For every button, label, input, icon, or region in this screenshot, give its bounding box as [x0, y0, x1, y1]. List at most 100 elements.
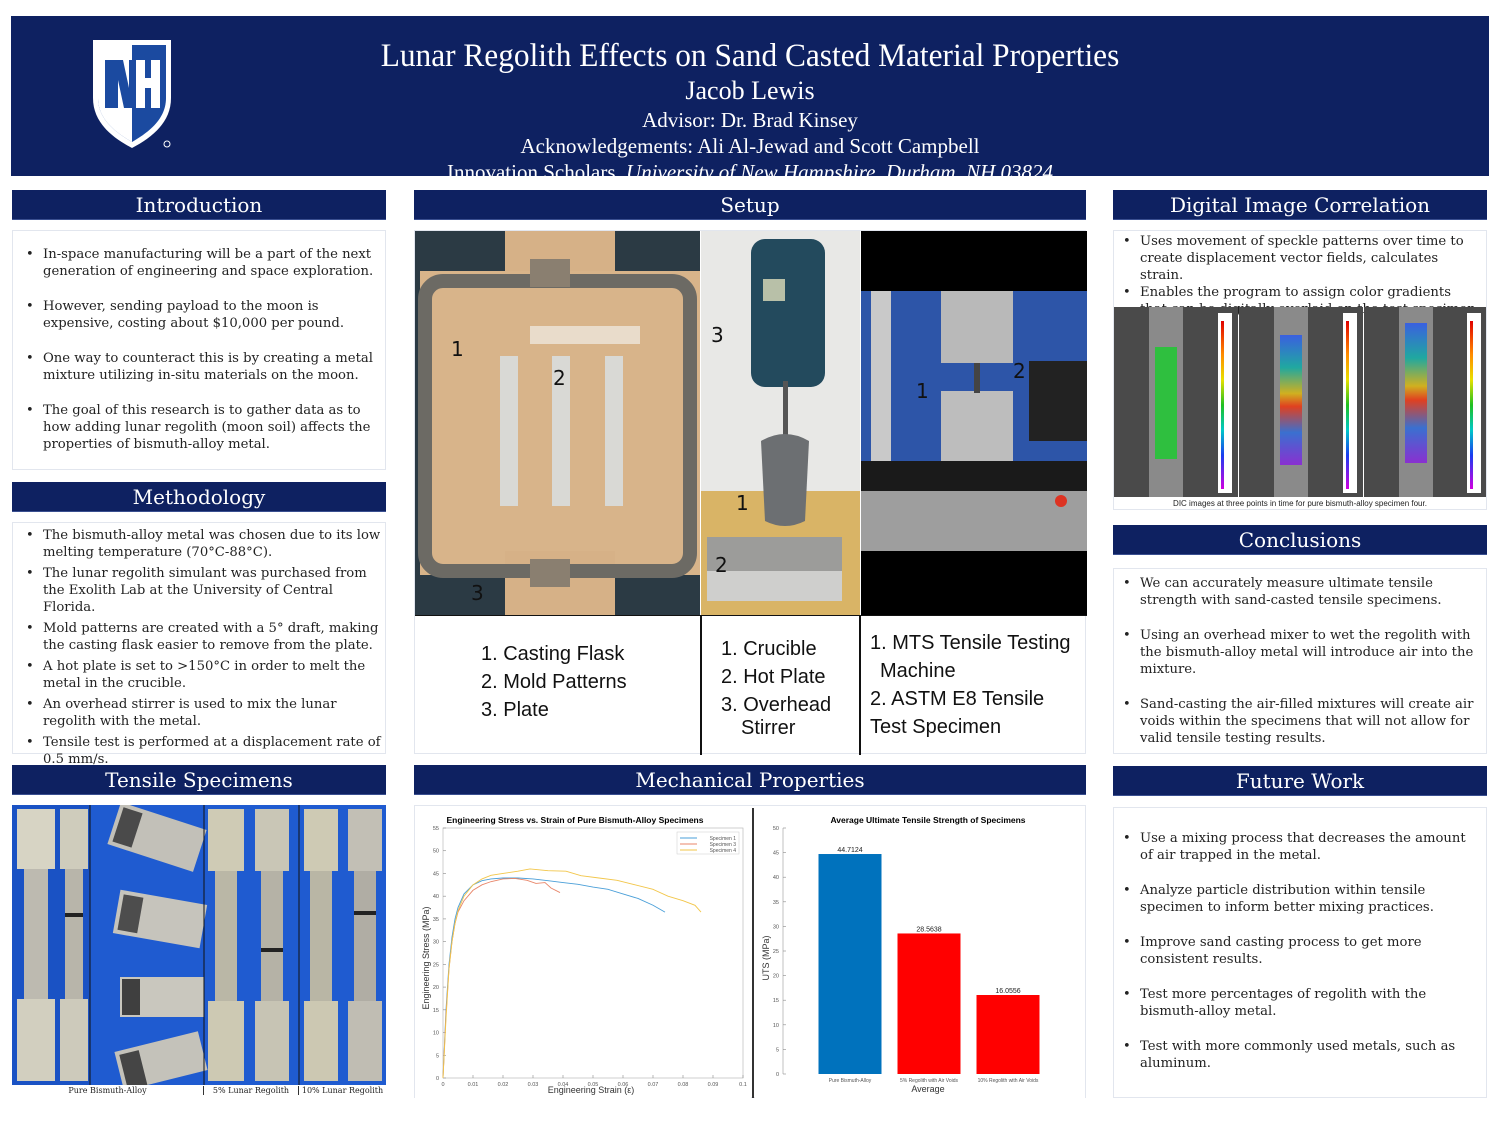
future-work-list: Use a mixing process that decreases the …: [1118, 830, 1482, 1072]
uts-category-label: Pure Bismuth-Alloy: [829, 1078, 872, 1084]
caption-10pct-regolith: 10% Lunar Regolith: [301, 1086, 384, 1095]
mts-marker-2: 2: [1013, 359, 1026, 383]
stress-strain-chart: Engineering Stress vs. Strain of Pure Bi…: [415, 808, 751, 1098]
uts-category-label: 10% Regolith with Air Voids: [978, 1078, 1039, 1084]
uts-bar-chart-svg: Average Ultimate Tensile Strength of Spe…: [761, 815, 1040, 1094]
dic-images: [1114, 307, 1486, 497]
y-tick-label: 5: [436, 1053, 439, 1059]
y-tick-label: 5: [776, 1047, 779, 1053]
flask-marker-3: 3: [471, 581, 484, 605]
mechanical-properties-panel: Engineering Stress vs. Strain of Pure Bi…: [414, 805, 1086, 1098]
stress-strain-chart-title: Engineering Stress vs. Strain of Pure Bi…: [447, 815, 704, 825]
introduction-bullet: One way to counteract this is by creatin…: [21, 350, 379, 384]
methodology-bullet: Tensile test is performed at a displacem…: [21, 734, 381, 768]
future-work-bullet: Improve sand casting process to get more…: [1118, 934, 1482, 968]
y-tick-label: 10: [433, 1031, 439, 1037]
setup-caption-mts: 1. MTS Tensile Testing Machine 2. ASTM E…: [870, 629, 1070, 741]
y-tick-label: 25: [773, 949, 779, 955]
tensile-specimens-heading: Tensile Specimens: [12, 765, 386, 795]
series-line-specimen-4: [442, 868, 702, 1079]
uts-y-axis-label: UTS (MPa): [761, 935, 771, 980]
mts-marker-1: 1: [916, 379, 929, 403]
affiliation-university: University of New Hampshire, Durham, NH …: [626, 160, 1054, 184]
dic-caption: DIC images at three points in time for p…: [1173, 499, 1427, 508]
poster-title: Lunar Regolith Effects on Sand Casted Ma…: [380, 38, 1120, 74]
uts-bar: [976, 995, 1040, 1074]
poster-header: Lunar Regolith Effects on Sand Casted Ma…: [11, 16, 1489, 184]
y-tick-label: 10: [773, 1023, 779, 1029]
caption-item: 3. Overhead: [721, 694, 832, 716]
y-tick-label: 30: [773, 924, 779, 930]
setup-heading: Setup: [414, 190, 1086, 220]
uts-bar: [818, 854, 882, 1074]
introduction-bullet: The goal of this research is to gather d…: [21, 402, 379, 453]
conclusions-heading: Conclusions: [1113, 525, 1487, 555]
methodology-bullet: An overhead stirrer is used to mix the l…: [21, 696, 381, 730]
x-tick-label: 0.05: [588, 1082, 599, 1088]
stirrer-marker-2: 2: [715, 553, 728, 577]
author-name: Jacob Lewis: [685, 76, 815, 105]
y-tick-label: 15: [773, 998, 779, 1004]
series-line-specimen-3: [442, 878, 561, 1079]
tensile-specimens-photo: [12, 805, 386, 1085]
mechanical-properties-heading: Mechanical Properties: [414, 765, 1086, 795]
x-tick-label: 0.09: [708, 1082, 719, 1088]
overhead-stirrer-photo: 3 1 2: [701, 231, 860, 615]
uts-bar: [897, 933, 961, 1074]
y-tick-label: 35: [433, 917, 439, 923]
caption-item: 1. Crucible: [721, 638, 817, 660]
setup-caption-stirrer: 1. Crucible 2. Hot Plate 3. Overhead Sti…: [721, 635, 832, 738]
caption-item: 1. MTS Tensile Testing: [870, 632, 1071, 654]
dic-panel: Uses movement of speckle patterns over t…: [1113, 230, 1487, 510]
caption-item: Machine: [880, 660, 956, 682]
x-tick-label: 0.02: [498, 1082, 509, 1088]
caption-item: 2. ASTM E8 Tensile: [870, 688, 1045, 710]
advisor-line: Advisor: Dr. Brad Kinsey: [642, 108, 858, 132]
dic-frame-1: [1114, 307, 1238, 497]
x-tick-label: 0.08: [678, 1082, 689, 1088]
methodology-bullet: Mold patterns are created with a 5° draf…: [21, 620, 381, 654]
y-tick-label: 45: [433, 871, 439, 877]
dic-bullet: Uses movement of speckle patterns over t…: [1118, 233, 1482, 284]
dic-heading: Digital Image Correlation: [1113, 190, 1487, 220]
uts-bar-value-label: 28.5638: [916, 926, 941, 933]
introduction-panel: In-space manufacturing will be a part of…: [12, 230, 386, 470]
setup-panel: 1 2 3 3 1 2 1 2 1. Casting Flask 2. Mold…: [414, 230, 1087, 755]
stress-strain-y-axis-label: Engineering Stress (MPa): [421, 906, 431, 1009]
future-work-panel: Use a mixing process that decreases the …: [1113, 807, 1487, 1098]
conclusions-bullet: Using an overhead mixer to wet the regol…: [1118, 627, 1482, 678]
caption-item: Test Specimen: [870, 716, 1002, 738]
uts-chart-title: Average Ultimate Tensile Strength of Spe…: [830, 815, 1025, 825]
dic-frame-2: [1239, 307, 1363, 497]
y-tick-label: 20: [433, 985, 439, 991]
x-tick-label: 0: [441, 1082, 444, 1088]
y-tick-label: 20: [773, 974, 779, 980]
future-work-bullet: Use a mixing process that decreases the …: [1118, 830, 1482, 864]
x-tick-label: 0.07: [648, 1082, 659, 1088]
affiliation-prefix: Innovation Scholars,: [446, 160, 627, 184]
dic-list: Uses movement of speckle patterns over t…: [1118, 233, 1482, 318]
y-tick-label: 0: [436, 1076, 439, 1082]
flask-marker-1: 1: [451, 337, 464, 361]
legend-entry: Specimen 4: [710, 848, 737, 854]
y-tick-label: 35: [773, 900, 779, 906]
y-tick-label: 30: [433, 940, 439, 946]
flask-marker-2: 2: [553, 366, 566, 390]
caption-item: 1. Casting Flask: [481, 643, 625, 665]
methodology-bullet: The bismuth-alloy metal was chosen due t…: [21, 527, 381, 561]
methodology-bullet: A hot plate is set to >150°C in order to…: [21, 658, 381, 692]
x-tick-label: 0.06: [618, 1082, 629, 1088]
stirrer-marker-1: 1: [736, 491, 749, 515]
uts-bar-value-label: 44.7124: [837, 847, 862, 854]
methodology-list: The bismuth-alloy metal was chosen due t…: [21, 527, 381, 768]
conclusions-panel: We can accurately measure ultimate tensi…: [1113, 568, 1487, 754]
caption-5pct-regolith: 5% Lunar Regolith: [204, 1086, 299, 1095]
casting-flask-photo: 1 2 3: [415, 231, 700, 615]
y-tick-label: 0: [776, 1072, 779, 1078]
methodology-bullet: The lunar regolith simulant was purchase…: [21, 565, 381, 616]
uts-x-axis-label: Average: [911, 1084, 944, 1094]
dic-frame-3: [1364, 307, 1486, 497]
caption-pure-bismuth: Pure Bismuth-Alloy: [12, 1086, 204, 1095]
series-line-specimen-1: [442, 877, 666, 1079]
x-tick-label: 0.04: [558, 1082, 569, 1088]
